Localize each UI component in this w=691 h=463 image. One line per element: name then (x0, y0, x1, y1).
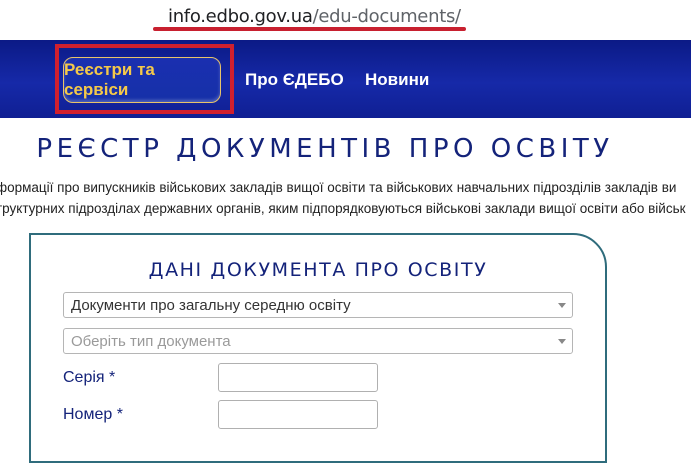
intro-text-line-2: труктурних підрозділах державних органів… (0, 201, 686, 216)
intro-text-line-1: формації про випускників військових закл… (0, 180, 677, 195)
form-title: ДАНІ ДОКУМЕНТА ПРО ОСВІТУ (148, 259, 488, 281)
number-label: Номер * (63, 406, 123, 423)
url-text[interactable]: info.edbo.gov.ua/edu-documents/ (168, 6, 461, 27)
document-type-placeholder: Оберіть тип документа (71, 332, 231, 350)
address-bar[interactable]: info.edbo.gov.ua/edu-documents/ (0, 0, 691, 40)
number-input[interactable] (218, 400, 378, 429)
url-underline-annotation (153, 27, 466, 31)
page-title: РЕЄСТР ДОКУМЕНТІВ ПРО ОСВІТУ (36, 134, 614, 164)
document-type-select[interactable]: Оберіть тип документа (63, 328, 573, 354)
nav-item-news[interactable]: Новини (365, 70, 429, 90)
chevron-down-icon (558, 303, 566, 308)
series-label: Серія * (63, 369, 116, 386)
nav-item-about-edebo[interactable]: Про ЄДЕБО (245, 70, 344, 90)
document-category-select[interactable]: Документи про загальну середню освіту (63, 292, 573, 318)
highlight-annotation-box (55, 44, 234, 114)
chevron-down-icon (558, 339, 566, 344)
series-input[interactable] (218, 363, 378, 392)
url-domain: info.edbo.gov.ua (168, 6, 313, 27)
url-path: /edu-documents/ (312, 6, 462, 27)
document-category-value: Документи про загальну середню освіту (71, 296, 351, 314)
